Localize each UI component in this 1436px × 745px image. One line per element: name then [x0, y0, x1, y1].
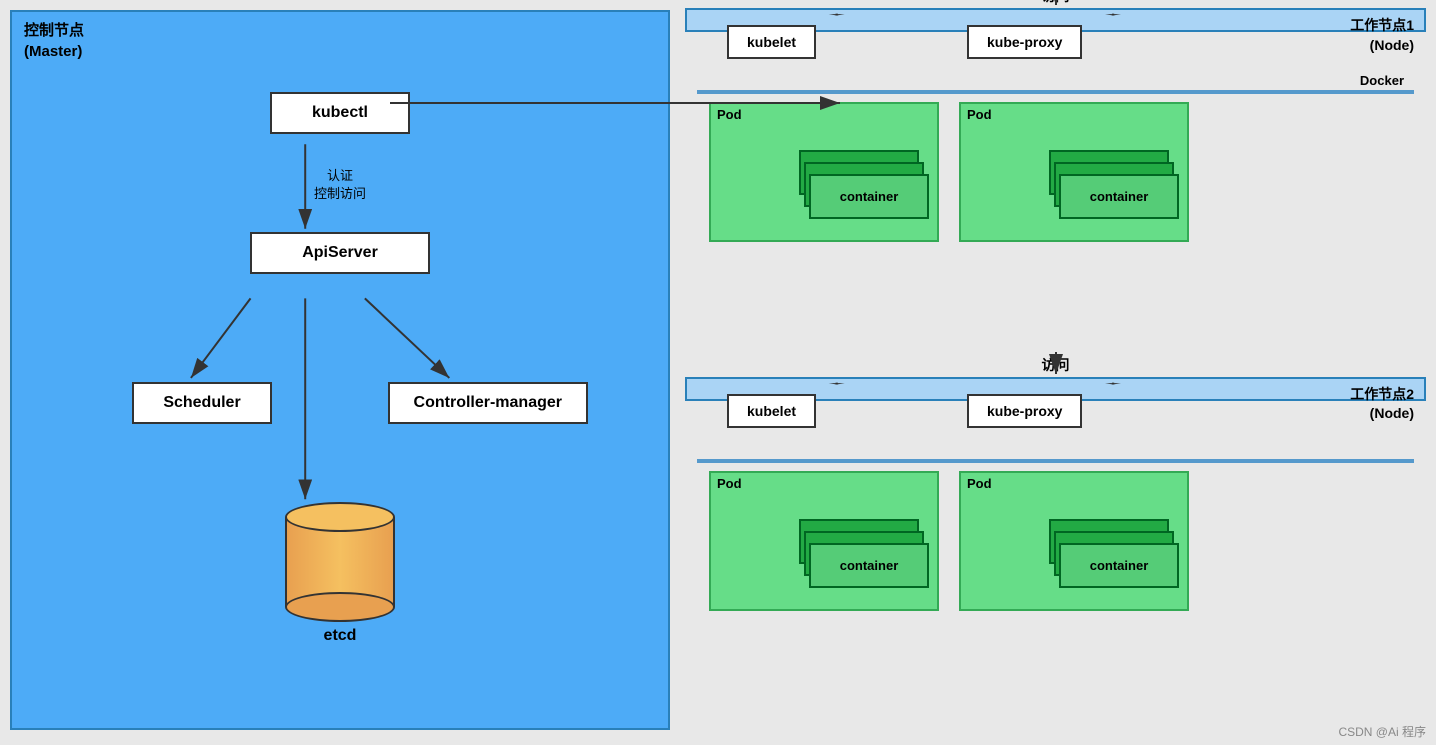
right-panel: 访问 工作节点1 (Node) kubelet kube-proxy — [680, 0, 1436, 745]
node2-docker-area: Pod container Pod container — [697, 459, 1414, 463]
node1-pod2-containers: container — [1049, 150, 1179, 230]
node2-kubelet: kubelet — [727, 394, 816, 428]
node1-label: 工作节点1 (Node) — [1350, 16, 1414, 55]
cylinder-top — [285, 502, 395, 532]
node1-kubelet: kubelet — [727, 25, 816, 59]
node2-pod1-front: container — [809, 543, 929, 588]
node1-pod1: Pod container — [709, 102, 939, 242]
master-title: 控制节点 (Master) — [24, 20, 84, 62]
master-panel: 控制节点 (Master) kubectl 认证 控制访问 ApiServer … — [10, 10, 670, 730]
node2-kubeproxy: kube-proxy — [967, 394, 1082, 428]
controller-box: Controller-manager — [388, 382, 588, 424]
node2-pod2-front: container — [1059, 543, 1179, 588]
node2-panel: 工作节点2 (Node) kubelet kube-proxy Pod — [685, 377, 1426, 401]
etcd-cylinder — [285, 502, 395, 622]
apiserver-box: ApiServer — [250, 232, 430, 274]
node2-wrapper: 访问 工作节点2 (Node) kubelet kube-proxy — [685, 377, 1426, 738]
node1-docker-area: Docker Pod container Pod — [697, 90, 1414, 94]
node2-pod2: Pod container — [959, 471, 1189, 611]
node1-kubeproxy: kube-proxy — [967, 25, 1082, 59]
auth-label: 认证 控制访问 — [314, 167, 366, 203]
main-diagram: 控制节点 (Master) kubectl 认证 控制访问 ApiServer … — [0, 0, 1436, 745]
node2-pod2-label: Pod — [961, 473, 1187, 494]
node2-label: 工作节点2 (Node) — [1350, 385, 1414, 424]
node2-pod2-containers: container — [1049, 519, 1179, 599]
watermark: CSDN @Ai 程序 — [1338, 723, 1426, 740]
cylinder-bottom — [285, 592, 395, 622]
node2-pod1-containers: container — [799, 519, 929, 599]
etcd-label: etcd — [324, 627, 357, 645]
node2-pod1: Pod container — [709, 471, 939, 611]
node2-pod1-label: Pod — [711, 473, 937, 494]
node1-pod2-label: Pod — [961, 104, 1187, 125]
etcd-container: etcd — [285, 502, 395, 645]
node1-pod2-front: container — [1059, 174, 1179, 219]
node1-pod2: Pod container — [959, 102, 1189, 242]
kubectl-box: kubectl — [270, 92, 410, 134]
node1-pod1-label: Pod — [711, 104, 937, 125]
node1-pod1-front: container — [809, 174, 929, 219]
node1-pod1-containers: container — [799, 150, 929, 230]
scheduler-box: Scheduler — [132, 382, 272, 424]
node1-panel: 工作节点1 (Node) kubelet kube-proxy Docker P… — [685, 8, 1426, 32]
node1-docker-label: Docker — [1360, 73, 1404, 88]
node1-wrapper: 访问 工作节点1 (Node) kubelet kube-proxy — [685, 8, 1426, 369]
